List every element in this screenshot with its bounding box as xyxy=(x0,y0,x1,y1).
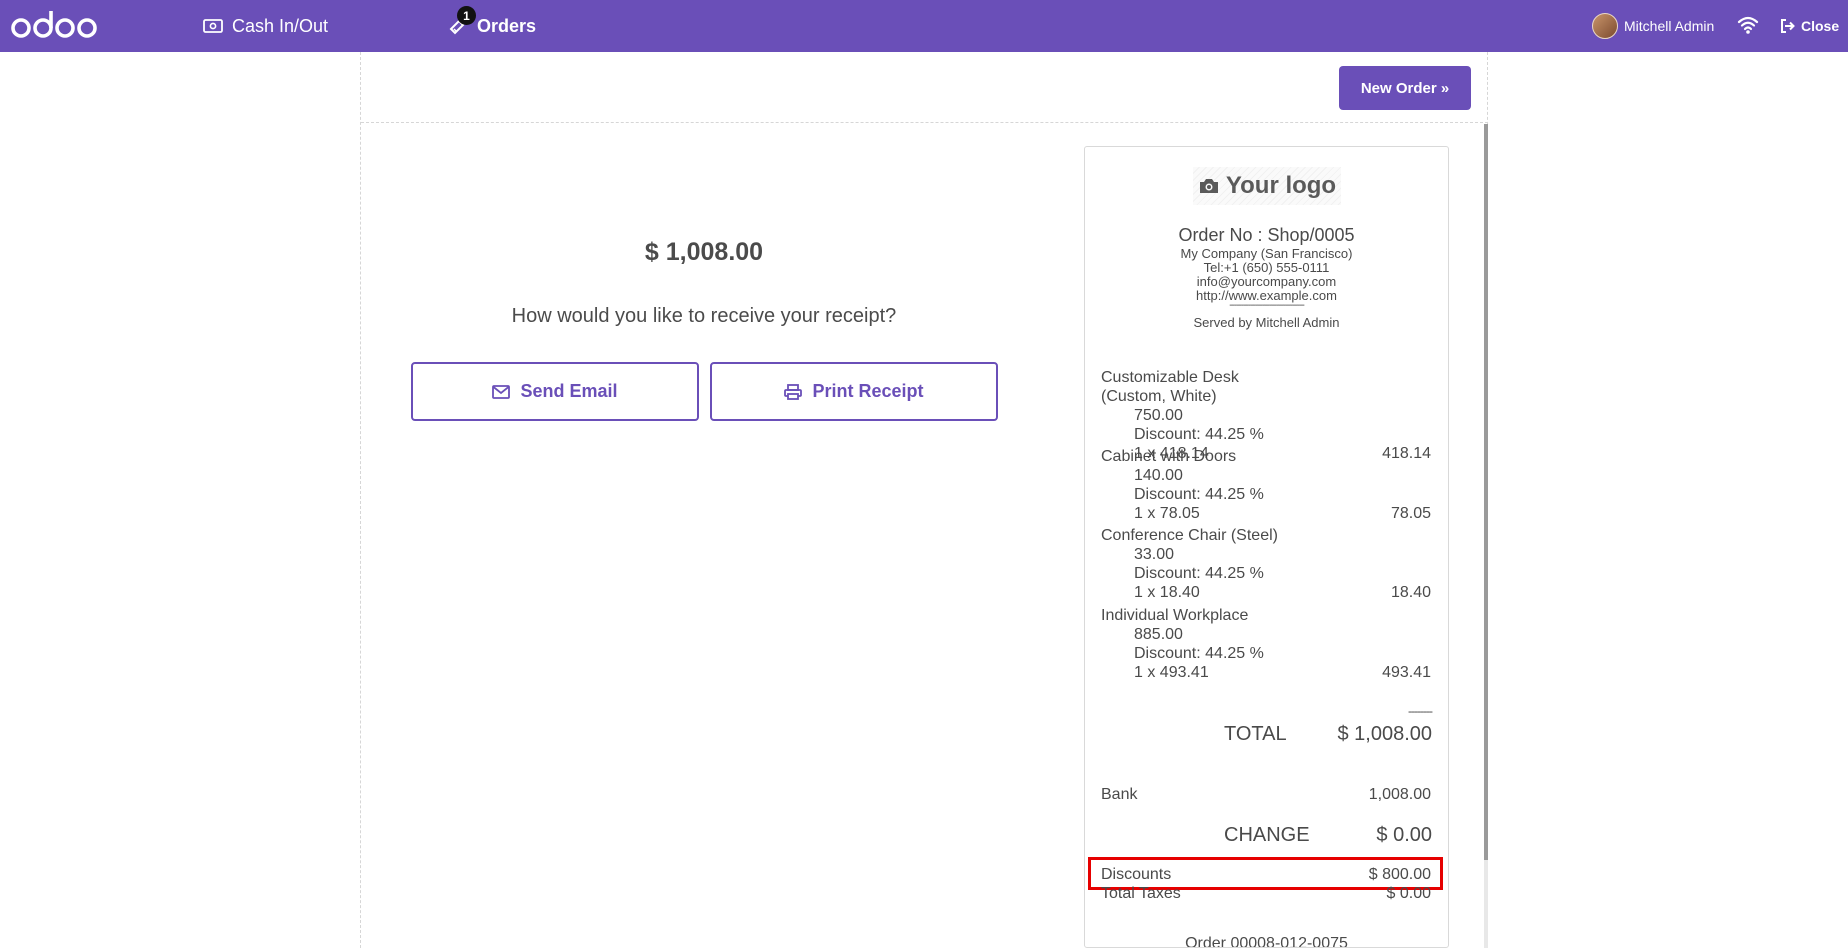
line-product-name: Cabinet with Doors xyxy=(1101,448,1237,465)
line-total: 18.40 xyxy=(1390,584,1431,601)
discounts-line: Discounts $ 800.00 xyxy=(1101,865,1431,884)
cash-in-out-button[interactable]: Cash In/Out xyxy=(202,0,328,52)
line-qty-row: 1 x 78.05 78.05 xyxy=(1101,504,1431,523)
line-unit-price: 885.00 xyxy=(1134,626,1183,643)
logo-text: Your logo xyxy=(1225,172,1337,199)
line-total: 78.05 xyxy=(1390,505,1431,522)
discounts-label: Discounts xyxy=(1101,866,1172,883)
company-email: info@yourcompany.com xyxy=(1196,274,1337,289)
orders-count-badge: 1 xyxy=(457,6,476,25)
payment-amount: 1,008.00 xyxy=(1368,786,1431,803)
total-value: $ 1,008.00 xyxy=(1337,723,1432,745)
header-separator: -------------------------------- xyxy=(1229,300,1305,311)
taxes-value: $ 0.00 xyxy=(1386,885,1431,902)
close-label: Close xyxy=(1801,18,1840,34)
line-discount: Discount: 44.25 % xyxy=(1134,426,1264,443)
user-name: Mitchell Admin xyxy=(1624,18,1715,34)
company-logo-placeholder[interactable]: Your logo xyxy=(1193,167,1341,205)
screen-top-bar: New Order » xyxy=(361,52,1488,123)
change-value: $ 0.00 xyxy=(1376,824,1432,846)
avatar xyxy=(1592,13,1618,39)
line-unit-price: 140.00 xyxy=(1134,467,1183,484)
odoo-logo xyxy=(11,11,97,38)
paid-amount: $ 1,008.00 xyxy=(644,238,764,266)
total-label: TOTAL xyxy=(1224,723,1287,745)
line-product-name: Individual Workplace xyxy=(1101,607,1249,624)
company-name: My Company (San Francisco) xyxy=(1180,246,1353,261)
receipt-line: Individual Workplace 885.00 Discount: 44… xyxy=(1101,606,1431,682)
line-product-name: Customizable Desk xyxy=(1101,369,1239,386)
pos-receipt: Your logo Order No : Shop/0005 My Compan… xyxy=(1084,146,1449,948)
line-qty: 1 x 78.05 xyxy=(1134,505,1200,522)
new-order-button[interactable]: New Order » xyxy=(1339,66,1471,110)
discounts-value: $ 800.00 xyxy=(1368,866,1431,883)
change-label: CHANGE xyxy=(1224,824,1310,846)
line-total: 493.41 xyxy=(1382,664,1431,681)
wifi-icon xyxy=(1737,16,1759,34)
served-by: Served by Mitchell Admin xyxy=(1193,315,1340,330)
user-menu[interactable]: Mitchell Admin xyxy=(1592,0,1714,52)
line-qty: 1 x 493.41 xyxy=(1134,664,1209,681)
taxes-label: Total Taxes xyxy=(1101,885,1181,902)
order-number: Order No : Shop/0005 xyxy=(1178,225,1355,245)
printer-icon xyxy=(784,383,803,400)
line-unit-price: 750.00 xyxy=(1134,407,1183,424)
payment-method: Bank xyxy=(1101,786,1138,803)
company-phone: Tel:+1 (650) 555-0111 xyxy=(1203,260,1330,275)
line-discount: Discount: 44.25 % xyxy=(1134,645,1264,662)
orders-label: Orders xyxy=(477,15,537,36)
send-email-button[interactable]: Send Email xyxy=(411,362,699,421)
receipt-question: How would you like to receive your recei… xyxy=(511,305,897,327)
print-receipt-label: Print Receipt xyxy=(812,381,924,401)
print-receipt-button[interactable]: Print Receipt xyxy=(710,362,998,421)
payment-line: Bank 1,008.00 xyxy=(1101,785,1431,804)
line-qty-row: 1 x 493.41 493.41 xyxy=(1101,663,1431,682)
receipt-line: Cabinet with Doors 140.00 Discount: 44.2… xyxy=(1101,447,1431,523)
order-reference: Order 00008-012-0075 xyxy=(1185,935,1348,948)
line-discount: Discount: 44.25 % xyxy=(1134,565,1264,582)
receipt-line: Conference Chair (Steel) 33.00 Discount:… xyxy=(1101,526,1431,602)
taxes-line: Total Taxes $ 0.00 xyxy=(1101,884,1431,903)
top-navbar: Cash In/Out 1 Orders Mitchell Admin Clos… xyxy=(0,0,1848,52)
line-product-name: Conference Chair (Steel) xyxy=(1101,527,1278,544)
line-product-variant: (Custom, White) xyxy=(1101,388,1217,405)
line-unit-price: 33.00 xyxy=(1134,546,1175,563)
line-qty-row: 1 x 18.40 18.40 xyxy=(1101,583,1431,602)
line-discount: Discount: 44.25 % xyxy=(1134,486,1264,503)
orders-button[interactable]: 1 Orders xyxy=(447,0,536,52)
send-email-label: Send Email xyxy=(520,381,618,401)
sign-out-icon xyxy=(1781,19,1795,33)
scrollbar-thumb[interactable] xyxy=(1484,124,1488,860)
close-button[interactable]: Close xyxy=(1780,0,1839,52)
receipt-screen: New Order » $ 1,008.00 How would you lik… xyxy=(360,52,1488,948)
ticket-icon: 1 xyxy=(447,6,476,37)
envelope-icon xyxy=(492,384,511,399)
line-qty: 1 x 18.40 xyxy=(1134,584,1200,601)
cash-in-out-label: Cash In/Out xyxy=(232,15,329,36)
camera-icon xyxy=(1199,179,1218,193)
money-icon xyxy=(202,15,224,37)
total-separator: -------- xyxy=(1408,704,1433,718)
